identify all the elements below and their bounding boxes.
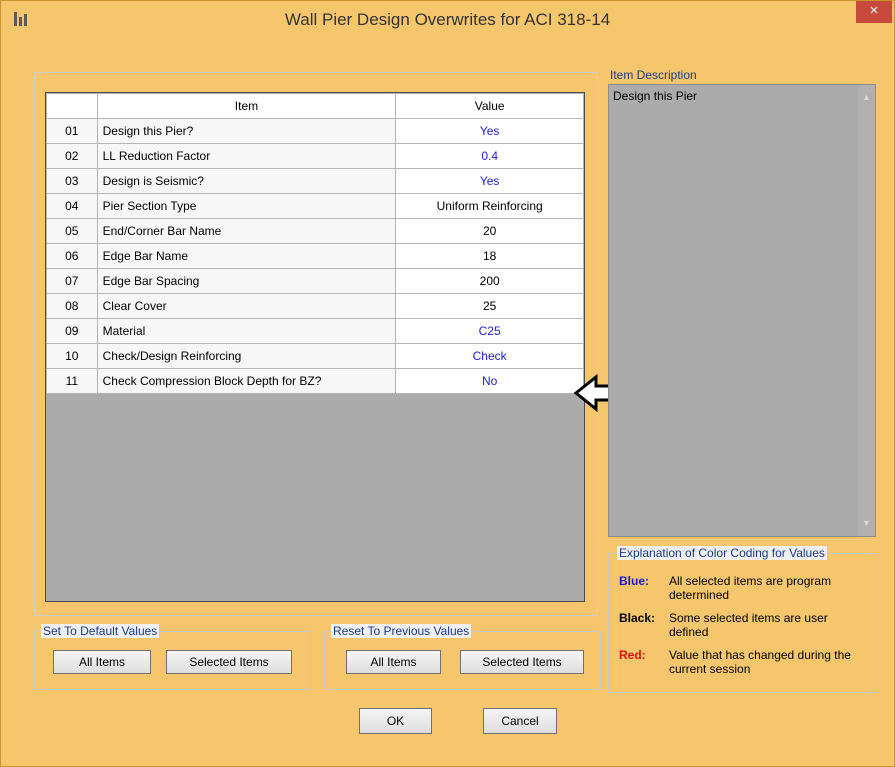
item-description-text: Design this Pier [613,89,698,103]
header-value[interactable]: Value [395,93,584,119]
row-number[interactable]: 03 [46,168,98,194]
header-corner [46,93,98,119]
row-number[interactable]: 04 [46,193,98,219]
table-row[interactable]: 04 Pier Section Type Uniform Reinforcing [46,193,584,219]
row-item[interactable]: End/Corner Bar Name [96,218,397,244]
color-key-red: Red: [619,648,646,662]
close-button[interactable]: × [856,1,892,23]
row-item[interactable]: Material [96,318,397,344]
set-default-group: Set To Default Values All Items Selected… [34,624,312,690]
row-number[interactable]: 08 [46,293,98,319]
row-value[interactable]: 200 [395,268,584,294]
color-coding-label: Explanation of Color Coding for Values [617,546,827,560]
row-value[interactable]: No [395,368,584,394]
set-default-label: Set To Default Values [41,624,160,638]
color-text-red: Value that has changed during the curren… [669,648,851,676]
row-value[interactable]: 25 [395,293,584,319]
row-value[interactable]: Yes [395,168,584,194]
reset-selected-items-button[interactable]: Selected Items [460,650,584,674]
item-description-label: Item Description [610,68,697,82]
table-body: 01 Design this Pier? Yes 02 LL Reduction Fac… [46,118,584,394]
row-item[interactable]: Edge Bar Spacing [96,268,397,294]
reset-all-items-button[interactable]: All Items [346,650,441,674]
reset-previous-label: Reset To Previous Values [331,624,472,638]
row-item[interactable]: Design is Seismic? [96,168,397,194]
scroll-up-icon[interactable]: ▲ [858,89,875,106]
table-row[interactable]: 01 Design this Pier? Yes [46,118,584,144]
table-row[interactable]: 05 End/Corner Bar Name 20 [46,218,584,244]
row-number[interactable]: 10 [46,343,98,369]
color-coding-group: Explanation of Color Coding for Values B… [608,546,878,693]
ok-button[interactable]: OK [359,708,432,734]
row-number[interactable]: 06 [46,243,98,269]
overwrites-table: Item Value 01 Design this Pier? Yes 02 LL Re… [46,93,584,394]
header-item[interactable]: Item [96,93,397,119]
color-text-black: Some selected items are user defined [669,611,828,639]
scroll-down-icon[interactable]: ▼ [858,515,875,532]
row-number[interactable]: 07 [46,268,98,294]
row-value[interactable]: 18 [395,243,584,269]
row-number[interactable]: 02 [46,143,98,169]
row-item[interactable]: Pier Section Type [96,193,397,219]
row-item[interactable]: Check Compression Block Depth for BZ? [96,368,397,394]
table-row[interactable]: 10 Check/Design Reinforcing Check [46,343,584,369]
row-number[interactable]: 01 [46,118,98,144]
table-row[interactable]: 09 Material C25 [46,318,584,344]
reset-previous-group: Reset To Previous Values All Items Selec… [324,624,601,690]
table-row[interactable]: 08 Clear Cover 25 [46,293,584,319]
row-item[interactable]: Design this Pier? [96,118,397,144]
table-row[interactable]: 06 Edge Bar Name 18 [46,243,584,269]
table-row[interactable]: 07 Edge Bar Spacing 200 [46,268,584,294]
row-number[interactable]: 11 [46,368,98,394]
dialog-title: Wall Pier Design Overwrites for ACI 318-… [284,10,611,29]
table-header-row: Item Value [46,93,584,119]
row-value[interactable]: Check [395,343,584,369]
cancel-button[interactable]: Cancel [483,708,557,734]
item-description-box: Design this Pier ▲ ▼ [608,84,876,537]
color-key-black: Black: [619,611,656,625]
row-item[interactable]: Edge Bar Name [96,243,397,269]
row-value[interactable]: Uniform Reinforcing [395,193,584,219]
default-selected-items-button[interactable]: Selected Items [166,650,292,674]
overwrites-grid[interactable]: Item Value 01 Design this Pier? Yes 02 LL Re… [45,92,585,602]
title-bar[interactable]: Wall Pier Design Overwrites for ACI 318-… [1,1,894,37]
table-row[interactable]: 02 LL Reduction Factor 0.4 [46,143,584,169]
row-item[interactable]: Clear Cover [96,293,397,319]
row-value[interactable]: Yes [395,118,584,144]
row-number[interactable]: 05 [46,218,98,244]
color-text-blue: All selected items are program determine… [669,574,832,602]
description-scrollbar[interactable]: ▲ ▼ [858,85,875,536]
row-value[interactable]: 20 [395,218,584,244]
row-item[interactable]: Check/Design Reinforcing [96,343,397,369]
default-all-items-button[interactable]: All Items [53,650,151,674]
row-number[interactable]: 09 [46,318,98,344]
color-key-blue: Blue: [619,574,649,588]
table-row[interactable]: 11 Check Compression Block Depth for BZ? N… [46,368,584,394]
table-row[interactable]: 03 Design is Seismic? Yes [46,168,584,194]
row-item[interactable]: LL Reduction Factor [96,143,397,169]
row-value[interactable]: C25 [395,318,584,344]
row-value[interactable]: 0.4 [395,143,584,169]
